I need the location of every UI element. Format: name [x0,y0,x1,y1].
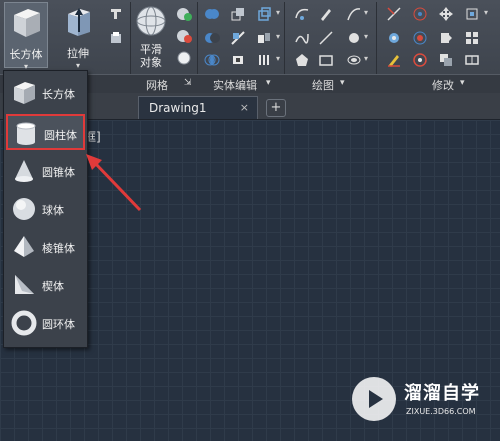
new-tab-button[interactable]: + [266,99,286,117]
chevron-down-icon[interactable]: ▾ [484,8,488,17]
arc-icon[interactable] [294,6,310,22]
menu-item-label: 圆锥体 [42,166,75,179]
chevron-down-icon[interactable]: ▾ [266,78,271,88]
polyline-icon[interactable] [346,6,362,22]
menu-item-cone[interactable]: 圆锥体 [6,153,85,189]
panel-label-draw: 绘图 [312,79,334,92]
mesh-remove-icon[interactable] [176,28,192,44]
extrude-button[interactable]: 拉伸 ▾ [56,2,100,70]
intersect-icon[interactable] [204,52,220,68]
box-icon [14,9,40,37]
watermark-url: ZIXUE.3D66.COM [406,407,476,416]
menu-item-label: 长方体 [42,88,75,101]
watermark-title: 溜溜自学 [404,383,480,404]
smooth-label-line2: 对象 [140,56,162,69]
menu-item-cylinder[interactable]: 圆柱体 [6,114,85,150]
panel-expand-icon[interactable]: ⇲ [184,78,192,88]
chevron-down-icon[interactable]: ▾ [364,32,368,41]
watermark: 溜溜自学 ZIXUE.3D66.COM [352,375,492,427]
array-icon[interactable] [464,30,480,46]
tab-label: Drawing1 [149,101,207,115]
edit-icon[interactable] [318,6,334,22]
torus-icon [11,310,37,336]
helix-icon[interactable] [346,52,362,68]
mesh-add-icon[interactable] [176,6,192,22]
circle-icon[interactable] [346,30,362,46]
pyramid-icon [14,236,34,257]
menu-item-sphere[interactable]: 球体 [6,191,85,227]
presspull-icon[interactable] [108,6,124,22]
cylinder-icon [16,122,36,145]
menu-item-label: 圆柱体 [44,129,77,142]
tab-drawing1[interactable]: Drawing1 × [138,96,258,119]
smooth-object-label: 平滑 对象 [132,43,170,69]
erase-icon[interactable] [386,52,402,68]
box-button-label: 长方体 [9,48,43,61]
extract-edges-icon[interactable] [230,6,246,22]
3d-rotate-icon[interactable] [464,6,480,22]
slice-icon[interactable] [230,30,246,46]
interfere-icon[interactable] [230,52,246,68]
spline-icon[interactable] [294,30,310,46]
copy-icon[interactable] [438,52,454,68]
mesh-sphere-icon [136,6,166,36]
chevron-down-icon[interactable]: ▾ [340,78,345,88]
sphere-icon [13,198,35,220]
smooth-object-button[interactable]: 平滑 对象 [132,2,170,69]
chevron-down-icon[interactable]: ▾ [364,54,368,63]
chevron-down-icon[interactable]: ▾ [364,8,368,17]
extrude-icon [68,8,90,36]
separate-icon[interactable] [256,30,272,46]
cone-icon [15,160,33,182]
rectangle-icon[interactable] [318,52,334,68]
panel-label-solid-edit: 实体编辑 [213,79,257,92]
menu-item-pyramid[interactable]: 棱锥体 [6,229,85,265]
chevron-down-icon[interactable]: ▾ [460,78,465,88]
gizmo-icon[interactable] [412,6,428,22]
chevron-down-icon[interactable]: ▾ [276,32,280,41]
watermark-logo-icon [352,377,396,421]
union-icon[interactable] [204,6,220,22]
polygon-icon[interactable] [294,52,310,68]
menu-item-label: 楔体 [42,280,64,293]
chevron-down-icon[interactable]: ▾ [276,8,280,17]
menu-item-torus[interactable]: 圆环体 [6,305,85,341]
chevron-down-icon[interactable]: ▾ [276,54,280,63]
close-icon[interactable]: × [240,97,249,119]
move-icon[interactable] [438,6,454,22]
subtract-icon[interactable] [204,30,220,46]
smooth-label-line1: 平滑 [140,43,162,56]
3d-mirror-icon[interactable] [438,30,454,46]
solid-primitive-dropdown: 长方体 圆柱体 圆锥体 球体 棱锥体 楔体 圆环体 [3,70,88,348]
imprint-icon[interactable] [256,6,272,22]
stretch-icon[interactable] [464,52,480,68]
line-icon[interactable] [318,30,334,46]
menu-item-wedge[interactable]: 楔体 [6,267,85,303]
box-button[interactable]: 长方体 ▾ [4,2,48,71]
3d-align-icon[interactable] [412,30,428,46]
mesh-refine-icon[interactable] [176,50,192,66]
annotation-arrow-icon [86,154,142,212]
box-icon [14,82,35,104]
3d-scale-icon[interactable] [412,52,428,68]
panel-label-mesh: 网格 [146,79,168,92]
fillet-icon[interactable] [386,30,402,46]
chevron-down-icon: ▾ [75,61,80,70]
menu-item-box[interactable]: 长方体 [6,75,85,111]
extrude-button-label: 拉伸 [67,47,89,60]
wedge-icon [15,275,34,294]
trim-icon[interactable] [386,6,402,22]
menu-item-label: 圆环体 [42,318,75,331]
menu-item-label: 球体 [42,204,64,217]
panel-label-modify: 修改 [432,79,454,92]
menu-item-label: 棱锥体 [42,242,75,255]
thicken-icon[interactable] [256,52,272,68]
sweep-icon[interactable] [108,30,124,46]
